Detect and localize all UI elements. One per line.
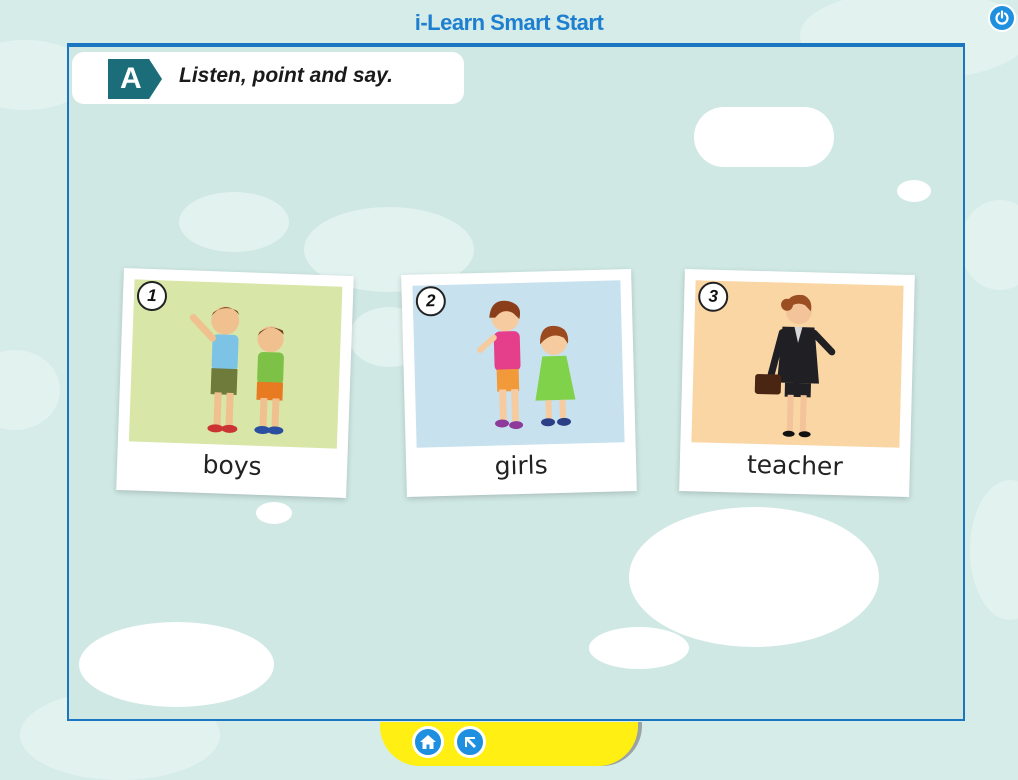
sky-cloud [179,192,289,252]
instruction-text: Listen, point and say. [179,64,393,87]
activity-badge: A [108,59,162,99]
sky-cloud [589,627,689,669]
card-word: teacher [746,449,844,482]
instruction-bar: A Listen, point and say. [72,52,464,104]
arrow-back-icon [465,737,476,748]
background-cloud [970,480,1018,620]
home-button[interactable] [412,726,444,758]
flashcard-girls[interactable]: 2 girls [401,269,637,497]
power-button[interactable] [988,4,1016,32]
background-cloud [0,350,60,430]
app-title: i-Learn Smart Start [414,10,604,35]
card-word: boys [202,449,263,481]
sky-cloud [256,502,292,524]
flashcard-boys[interactable]: 1 boys [116,268,354,498]
power-icon [995,10,1009,25]
sky-cloud [897,180,931,202]
sky-cloud [694,107,834,167]
sky-cloud [629,507,879,647]
card-word: girls [494,450,549,481]
flashcard-teacher[interactable]: 3 teacher [679,269,915,497]
back-button[interactable] [454,726,486,758]
background-cloud [960,200,1018,290]
home-icon [420,735,436,749]
sky-cloud [79,622,274,707]
